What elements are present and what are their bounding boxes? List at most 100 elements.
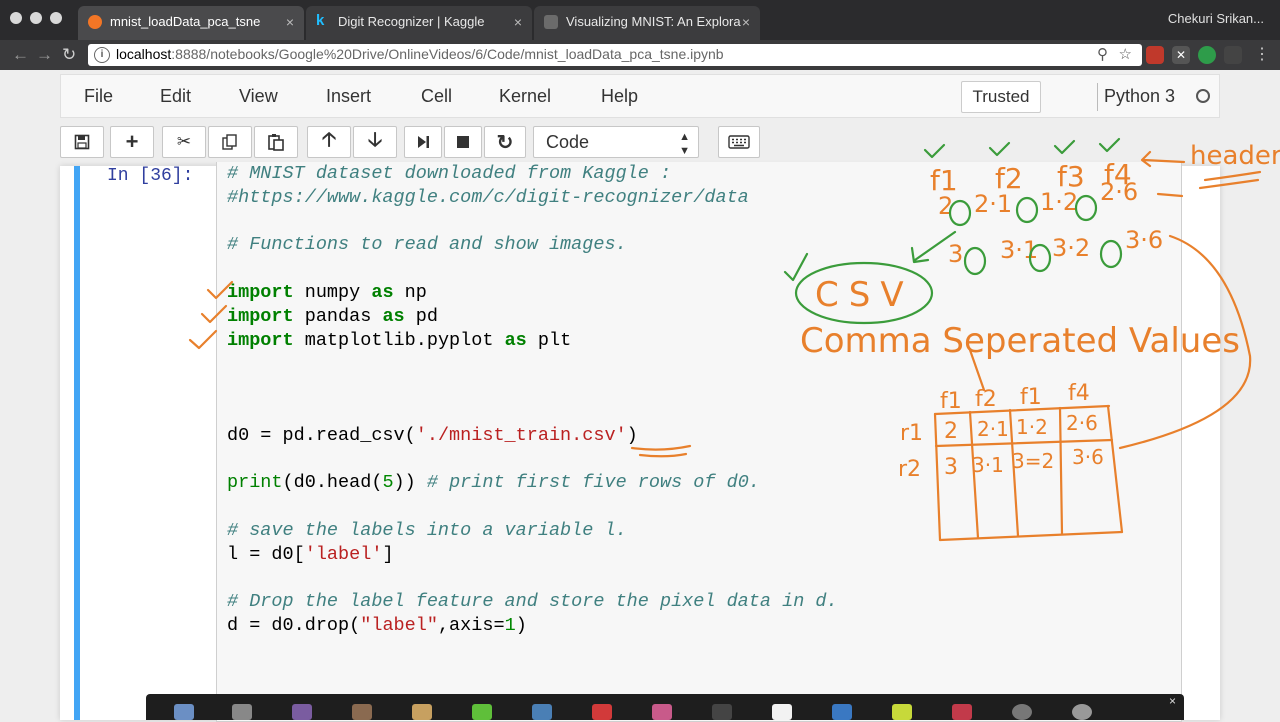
menu-view[interactable]: View: [239, 86, 278, 107]
arrow-up-icon: 🡡: [321, 129, 337, 151]
cell-type-select[interactable]: Code ▲ ▼: [533, 126, 699, 158]
close-icon[interactable]: ×: [286, 6, 294, 38]
arrow-tool-icon[interactable]: [712, 704, 732, 720]
gmail-extension-icon[interactable]: [1146, 46, 1164, 64]
bookmark-star-icon[interactable]: ☆: [1119, 45, 1132, 63]
camera-tool-icon[interactable]: [232, 704, 252, 720]
code-line: #https://www.kaggle.com/c/digit-recogniz…: [227, 186, 749, 208]
cut-icon: ✂: [176, 132, 192, 151]
copy-button[interactable]: [208, 126, 252, 158]
close-icon[interactable]: ×: [742, 6, 750, 38]
jupyter-menubar: File Edit View Insert Cell Kernel Help T…: [60, 74, 1220, 118]
interrupt-kernel-button[interactable]: [444, 126, 482, 158]
url-input[interactable]: i localhost:8888/notebooks/Google%20Driv…: [88, 44, 1142, 66]
code-line: # Drop the label feature and store the p…: [227, 591, 838, 613]
window-zoom-button[interactable]: [50, 12, 62, 24]
close-icon[interactable]: ×: [1169, 694, 1176, 708]
bucket-tool-icon[interactable]: [652, 704, 672, 720]
step-forward-icon: [418, 136, 429, 148]
code-line: d = d0.drop("label",axis=1): [227, 615, 527, 637]
paste-button[interactable]: [254, 126, 298, 158]
zoom-tool-icon[interactable]: [832, 704, 852, 720]
tab-title: Digit Recognizer | Kaggle: [338, 14, 485, 29]
menu-help[interactable]: Help: [601, 86, 638, 107]
menu-file[interactable]: File: [84, 86, 113, 107]
record-tool-icon[interactable]: [952, 704, 972, 720]
code-line: # Functions to read and show images.: [227, 234, 627, 256]
move-cell-down-button[interactable]: 🡣: [353, 126, 397, 158]
color-tool-icon[interactable]: [592, 704, 612, 720]
settings-gear-icon[interactable]: [1072, 704, 1092, 720]
command-palette-button[interactable]: [718, 126, 760, 158]
profile-name[interactable]: Chekuri Srikan...: [1168, 11, 1264, 26]
pencil-tool-icon[interactable]: [412, 704, 432, 720]
kernel-name: Python 3: [1104, 86, 1176, 106]
kernel-idle-icon: [1196, 89, 1210, 103]
webcam-tool-icon[interactable]: [1012, 704, 1032, 720]
arrow-down-icon: 🡣: [367, 129, 383, 151]
code-editor[interactable]: # MNIST dataset downloaded from Kaggle :…: [216, 162, 1182, 722]
url-text: localhost:8888/notebooks/Google%20Drive/…: [116, 46, 724, 62]
forward-arrow-icon[interactable]: →: [36, 44, 53, 66]
menu-kernel[interactable]: Kernel: [499, 86, 551, 107]
kernel-separator: [1097, 83, 1098, 111]
move-cell-up-button[interactable]: 🡡: [307, 126, 351, 158]
insert-cell-button[interactable]: +: [110, 126, 154, 158]
spotlight-tool-icon[interactable]: [892, 704, 912, 720]
trusted-badge[interactable]: Trusted: [961, 81, 1041, 113]
address-bar: ← → ↻ i localhost:8888/notebooks/Google%…: [0, 40, 1280, 70]
browser-menu-icon[interactable]: ⋮: [1254, 44, 1270, 66]
run-cell-button[interactable]: [404, 126, 442, 158]
tab-title: Visualizing MNIST: An Explora: [566, 14, 741, 29]
code-line: d0 = pd.read_csv('./mnist_train.csv'): [227, 424, 638, 446]
code-line: import pandas as pd: [227, 305, 438, 327]
tab-visualizing-mnist[interactable]: Visualizing MNIST: An Explora ×: [534, 6, 760, 40]
tab-kaggle[interactable]: k Digit Recognizer | Kaggle ×: [306, 6, 532, 40]
kaggle-favicon-icon: k: [316, 12, 325, 29]
zoom-icon[interactable]: ⚲: [1097, 45, 1108, 63]
grammarly-extension-icon[interactable]: [1198, 46, 1216, 64]
tab-mnist-notebook[interactable]: mnist_loadData_pca_tsne ×: [78, 6, 304, 40]
window-minimize-button[interactable]: [30, 12, 42, 24]
window-close-button[interactable]: [10, 12, 22, 24]
eraser-tool-icon[interactable]: [352, 704, 372, 720]
browser-tab-bar: mnist_loadData_pca_tsne × k Digit Recogn…: [0, 0, 1280, 40]
code-line: print(d0.head(5)) # print first five row…: [227, 472, 760, 494]
copy-icon: [222, 134, 237, 150]
restart-icon: ↻: [496, 131, 514, 154]
back-arrow-icon[interactable]: ←: [12, 44, 29, 66]
highlighter-tool-icon[interactable]: [472, 704, 492, 720]
text-tool-icon[interactable]: [532, 704, 552, 720]
restart-kernel-button[interactable]: ↻: [484, 126, 526, 158]
notebook-container: In [36]: # MNIST dataset downloaded from…: [60, 162, 1220, 722]
close-extension-icon[interactable]: ✕: [1172, 46, 1190, 64]
code-line: # MNIST dataset downloaded from Kaggle :: [227, 163, 672, 184]
save-button[interactable]: [60, 126, 104, 158]
menu-insert[interactable]: Insert: [326, 86, 371, 107]
jupyter-page: File Edit View Insert Cell Kernel Help T…: [0, 70, 1280, 722]
reload-icon[interactable]: ↻: [62, 44, 76, 66]
cut-button[interactable]: ✂: [162, 126, 206, 158]
annotation-tool-dock: ×: [146, 694, 1184, 720]
shape-tool-icon[interactable]: [292, 704, 312, 720]
url-host: localhost: [116, 46, 172, 62]
tab-title: mnist_loadData_pca_tsne: [110, 14, 261, 29]
code-line: # save the labels into a variable l.: [227, 519, 627, 541]
close-icon[interactable]: ×: [514, 6, 522, 38]
article-favicon-icon: [544, 15, 558, 29]
code-line: import numpy as np: [227, 281, 427, 303]
menu-edit[interactable]: Edit: [160, 86, 191, 107]
keyboard-icon: [728, 135, 750, 149]
whiteboard-tool-icon[interactable]: [772, 704, 792, 720]
cell-type-value: Code: [546, 132, 590, 152]
pointer-tool-icon[interactable]: [174, 704, 194, 720]
menu-cell[interactable]: Cell: [421, 86, 452, 107]
code-line: import matplotlib.pyplot as plt: [227, 329, 572, 351]
save-icon: [74, 134, 90, 150]
info-icon[interactable]: i: [94, 47, 110, 63]
user-extension-icon[interactable]: [1224, 46, 1242, 64]
